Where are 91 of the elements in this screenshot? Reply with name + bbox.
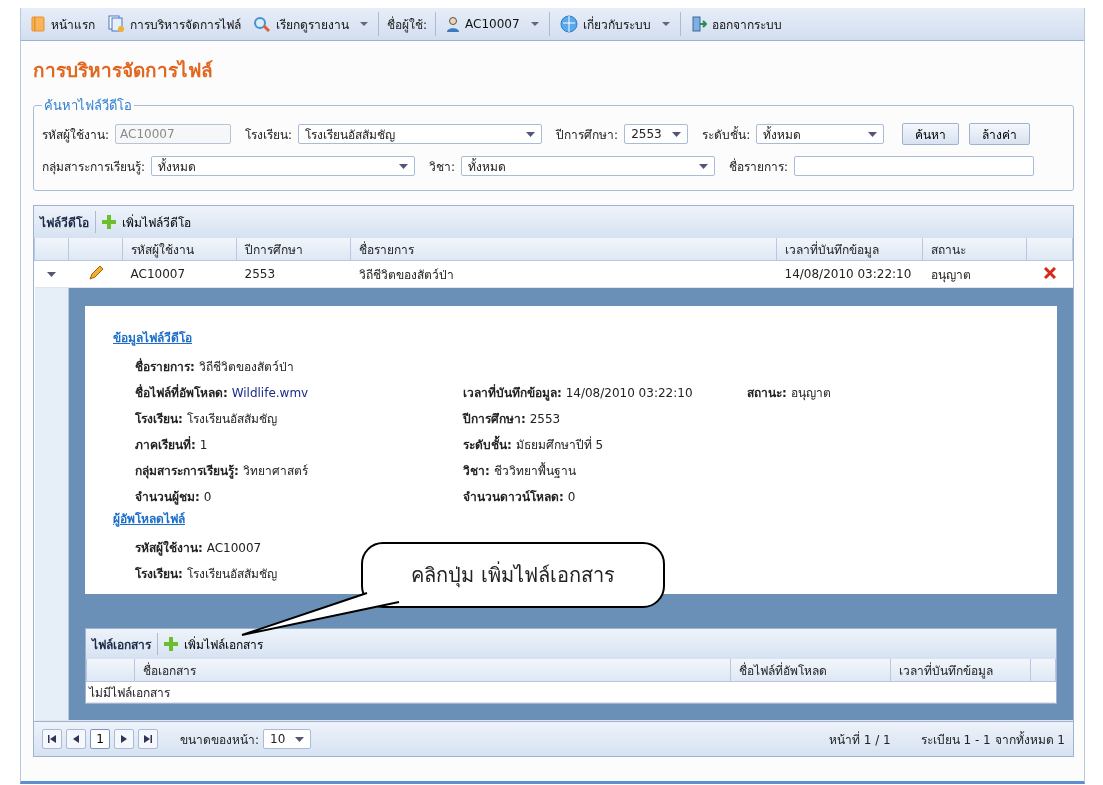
menu-item[interactable]: การบริหารจัดการไฟล์ <box>102 14 246 34</box>
field-label: ระดับชั้น: <box>702 125 751 144</box>
dropdown-field[interactable]: 2553 <box>624 124 689 144</box>
detail-field: วิชา: ชีววิทยาพื้นฐาน <box>463 460 576 480</box>
previous-page-button[interactable] <box>66 729 86 749</box>
section-link[interactable]: ผู้อัพโหลดไฟล์ <box>113 509 185 528</box>
caret-icon[interactable] <box>47 272 56 278</box>
menu-item[interactable]: ออกจากระบบ <box>685 14 787 34</box>
document-gear-icon <box>107 15 125 33</box>
grid-title: ไฟล์เอกสาร <box>92 636 151 654</box>
table-cell: 14/08/2010 03:22:10 <box>776 260 923 288</box>
table-cell: อนุญาต <box>922 260 1027 288</box>
column-header[interactable]: เวลาที่บันทึกข้อมูล <box>776 238 923 261</box>
add-button[interactable]: เพิ่มไฟล์วีดีโอ <box>102 212 191 232</box>
dropdown-field[interactable]: ทั้งหมด <box>151 156 416 176</box>
column-header[interactable]: รหัสผู้ใช้งาน <box>122 238 237 261</box>
form-button[interactable]: ล้างค่า <box>969 123 1031 145</box>
pencil-icon[interactable] <box>87 264 104 281</box>
previous-icon <box>73 735 79 743</box>
page-title: การบริหารจัดการไฟล์ <box>33 58 214 83</box>
column-header[interactable]: ปีการศึกษา <box>236 238 351 261</box>
record-info: ระเบียน 1 - 1 จากทั้งหมด 1 <box>920 730 1065 749</box>
globe-icon <box>559 15 578 33</box>
search-icon <box>253 16 271 32</box>
detail-field: กลุ่มสาระการเรียนรู้: วิทยาศาสตร์ <box>135 460 308 480</box>
caret-icon <box>399 163 409 169</box>
column-header[interactable]: ชื่อเอกสาร <box>134 659 731 682</box>
field-label: วิชา: <box>429 158 456 176</box>
field-label: ปีการศึกษา: <box>556 126 619 144</box>
detail-field: สถานะ: อนุญาต <box>747 382 831 402</box>
exit-door-icon <box>690 16 707 32</box>
caret-icon <box>526 131 536 137</box>
column-header[interactable]: ชื่อไฟล์ที่อัพโหลด <box>730 659 891 682</box>
dropdown-field[interactable]: ทั้งหมด <box>756 124 885 144</box>
next-page-button[interactable] <box>114 729 134 749</box>
page-size-label: ขนาดของหน้า: <box>180 731 260 749</box>
last-page-icon <box>144 735 152 743</box>
field-label: ชื่อรายการ: <box>729 157 789 176</box>
detail-field: ระดับชั้น: มัธยมศึกษาปีที่ 5 <box>463 434 604 454</box>
page-number-button[interactable]: 1 <box>90 729 110 749</box>
detail-field: จำนวนผู้ชม: 0 <box>135 486 212 506</box>
user-icon <box>446 16 461 32</box>
section-link[interactable]: ข้อมูลไฟล์วีดีโอ <box>113 328 192 347</box>
caret-icon <box>360 21 368 27</box>
column-header[interactable]: เวลาที่บันทึกข้อมูล <box>890 659 1031 682</box>
last-page-button[interactable] <box>138 729 158 749</box>
detail-field: ชื่อไฟล์ที่อัพโหลด: Wildlife.wmv <box>135 382 309 402</box>
menu-item[interactable]: หน้าแรก <box>25 14 100 34</box>
next-icon <box>121 735 127 743</box>
dropdown-field[interactable]: โรงเรียนอัสสัมชัญ <box>298 124 543 144</box>
plus-icon <box>164 637 178 651</box>
column-header[interactable]: ชื่อรายการ <box>350 238 777 261</box>
book-icon <box>30 16 46 32</box>
table-cell: AC10007 <box>122 260 237 288</box>
field-label: กลุ่มสาระการเรียนรู้: <box>42 158 146 176</box>
caret-icon <box>295 736 305 742</box>
dropdown-field[interactable]: ทั้งหมด <box>461 156 716 176</box>
detail-field: ภาคเรียนที่: 1 <box>135 434 208 454</box>
detail-field: จำนวนดาวน์โหลด: 0 <box>463 486 576 506</box>
caret-icon <box>530 21 539 27</box>
detail-field: เวลาที่บันทึกข้อมูล: 14/08/2010 03:22:10 <box>463 382 693 402</box>
delete-icon[interactable] <box>1043 266 1056 279</box>
caret-icon <box>661 21 670 27</box>
user-label: ชื่อผู้ใช้: <box>386 15 429 34</box>
menu-item[interactable]: เกี่ยวกับระบบ <box>554 14 675 34</box>
field-label: โรงเรียน: <box>245 126 293 144</box>
add-button[interactable]: เพิ่มไฟล์เอกสาร <box>164 634 263 654</box>
detail-field: โรงเรียน: โรงเรียนอัสสัมชัญ <box>135 563 277 583</box>
panel-legend: ค้นหาไฟล์วีดีโอ <box>42 95 134 116</box>
caret-icon <box>672 131 682 137</box>
plus-icon <box>102 215 116 229</box>
detail-field: ชื่อรายการ: วิถีชีวิตของสัตว์ป่า <box>135 356 294 376</box>
table-cell: 2553 <box>236 260 351 288</box>
text-field[interactable] <box>794 156 1035 176</box>
form-button[interactable]: ค้นหา <box>902 123 960 145</box>
caret-icon <box>868 131 878 137</box>
field-label: รหัสผู้ใช้งาน: <box>42 126 110 144</box>
page-size-dropdown[interactable]: 10 <box>263 729 312 749</box>
table-cell: วิถีชีวิตของสัตว์ป่า <box>350 260 777 288</box>
detail-field: โรงเรียน: โรงเรียนอัสสัมชัญ <box>135 408 277 428</box>
page-info: หน้าที่ 1 / 1 <box>828 730 891 749</box>
column-header[interactable]: สถานะ <box>922 238 1027 261</box>
detail-field: ปีการศึกษา: 2553 <box>463 408 561 428</box>
menu-item[interactable]: เรียกดูรายงาน <box>248 14 373 34</box>
caret-icon <box>699 163 709 169</box>
menu-item[interactable]: AC10007 <box>441 16 544 32</box>
first-page-button[interactable] <box>42 729 62 749</box>
detail-field: รหัสผู้ใช้งาน: AC10007 <box>135 537 262 557</box>
first-page-icon <box>48 735 56 743</box>
grid-title: ไฟล์วีดีโอ <box>40 214 89 232</box>
empty-message: ไม่มีไฟล์เอกสาร <box>88 685 170 700</box>
